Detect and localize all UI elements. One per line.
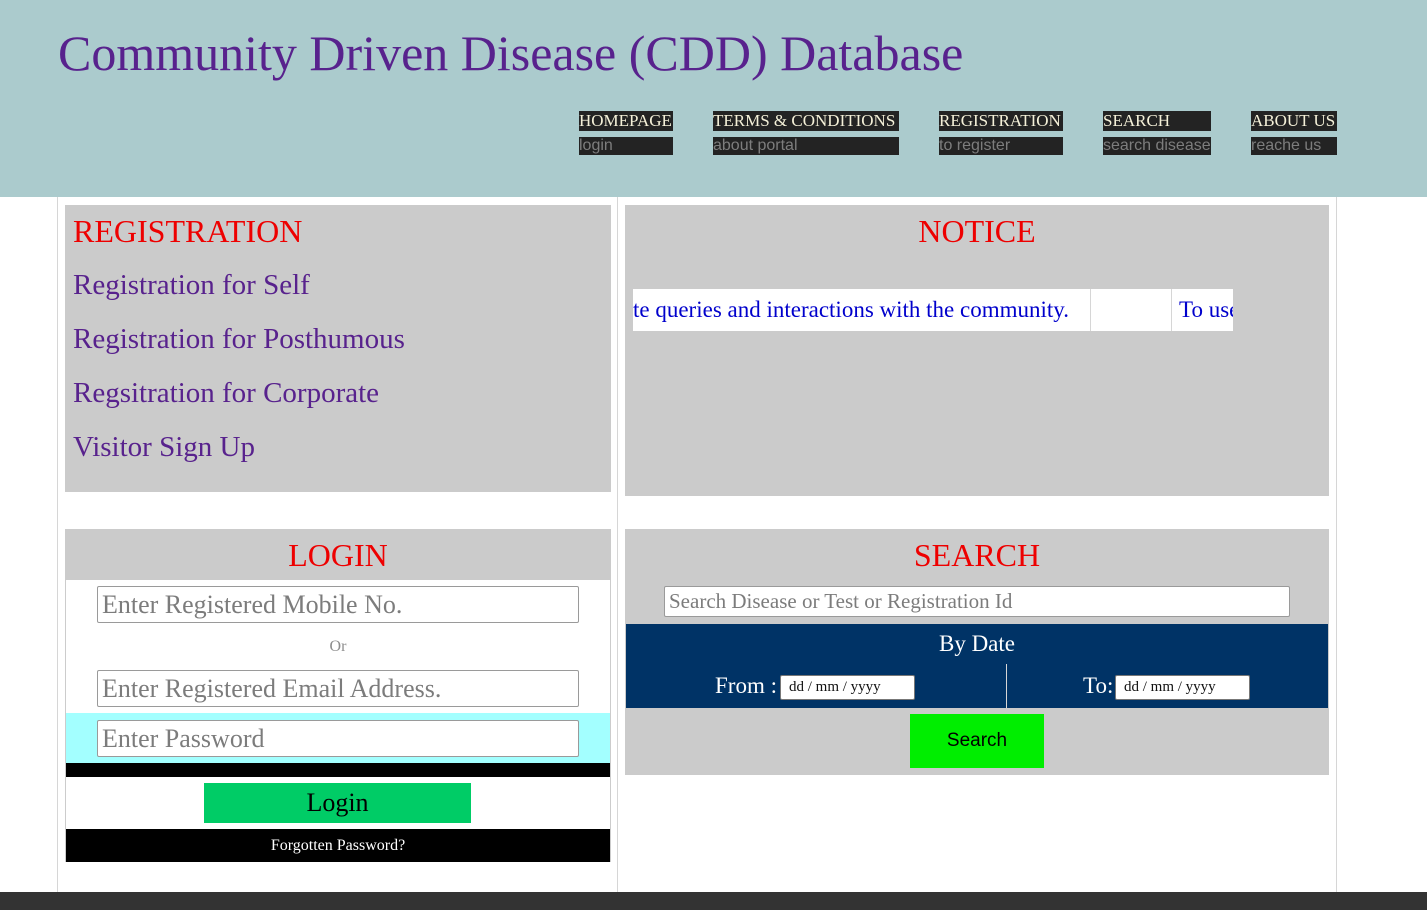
login-panel: LOGIN Or Login Forgotten Password? [65,529,611,863]
registration-corporate-link[interactable]: Regsitration for Corporate [73,375,379,411]
visitor-sign-up-link[interactable]: Visitor Sign Up [73,429,255,465]
search-heading: SEARCH [913,537,1041,573]
to-date-input[interactable]: dd / mm / yyyy [1115,675,1250,700]
nav-label[interactable]: REGISTRATION [939,111,1063,131]
by-date-divider [1006,664,1007,708]
notice-item[interactable] [1099,289,1169,331]
email-address-input[interactable] [97,670,579,707]
nav-sublabel[interactable]: to register [939,137,1063,155]
column-divider [617,197,618,892]
notice-item[interactable]: To use [1179,289,1233,331]
registration-self-link[interactable]: Registration for Self [73,267,310,303]
site-header: Community Driven Disease (CDD) Database … [0,0,1427,197]
password-input[interactable] [97,720,579,757]
search-button[interactable]: Search [910,714,1044,768]
notice-marquee: te queries and interactions with the com… [633,289,1233,331]
by-date-title: By Date [938,631,1015,656]
notice-heading: NOTICE [918,213,1036,249]
nav-label[interactable]: TERMS & CONDITIONS [713,111,899,131]
search-input[interactable] [664,586,1290,617]
notice-item[interactable]: te queries and interactions with the com… [633,289,1069,331]
registration-panel: REGISTRATION Registration for Self Regis… [65,205,611,492]
from-date-label: From : [715,673,777,698]
nav-label[interactable]: SEARCH [1103,111,1211,131]
from-date-input[interactable]: dd / mm / yyyy [780,675,915,700]
main-nav: HOMEPAGE login TERMS & CONDITIONS about … [0,0,1427,197]
nav-sublabel[interactable]: about portal [713,137,899,155]
password-row [66,713,610,763]
notice-separator [1090,289,1091,331]
login-heading: LOGIN [288,537,388,573]
nav-item-homepage[interactable]: HOMEPAGE login [579,111,673,155]
registration-heading: REGISTRATION [73,213,303,249]
registration-posthumous-link[interactable]: Registration for Posthumous [73,321,405,357]
login-button[interactable]: Login [204,783,471,823]
notice-panel: NOTICE te queries and interactions with … [625,205,1329,496]
search-panel: SEARCH By Date From : dd / mm / yyyy To:… [625,529,1329,775]
by-date-section: By Date From : dd / mm / yyyy To: dd / m… [626,624,1328,708]
mobile-number-input[interactable] [97,586,579,623]
notice-separator [1171,289,1172,331]
login-form: Or Login Forgotten Password? [65,580,611,862]
forgot-password-link[interactable]: Forgotten Password? [271,837,405,854]
login-divider-band [66,763,610,777]
nav-item-registration[interactable]: REGISTRATION to register [939,111,1063,155]
to-date-label: To: [1083,673,1114,698]
forgot-password-bar: Forgotten Password? [66,829,610,862]
page-footer [0,892,1427,910]
nav-item-about-us[interactable]: ABOUT US reache us [1251,111,1337,155]
nav-sublabel[interactable]: reache us [1251,137,1337,155]
nav-sublabel[interactable]: search disease [1103,137,1211,155]
nav-label[interactable]: HOMEPAGE [579,111,673,131]
nav-item-search[interactable]: SEARCH search disease [1103,111,1211,155]
nav-sublabel[interactable]: login [579,137,673,155]
login-header: LOGIN [65,529,611,580]
nav-item-terms[interactable]: TERMS & CONDITIONS about portal [713,111,899,155]
nav-label[interactable]: ABOUT US [1251,111,1337,131]
or-separator: Or [329,638,347,655]
